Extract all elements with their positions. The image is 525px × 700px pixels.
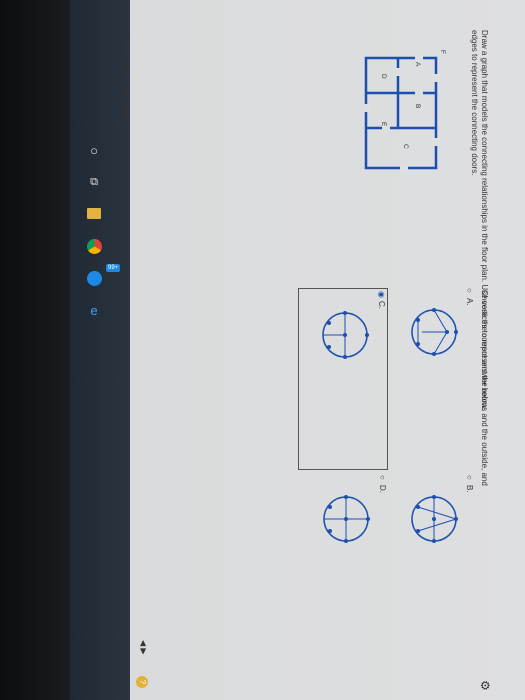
answer-heading: Choose the correct answer below. (480, 290, 489, 411)
option-d-graph (323, 495, 370, 543)
option-c-radio[interactable]: ◉ (376, 291, 386, 298)
floorplan-label-b: B (414, 104, 421, 109)
status-text: Click to select your answer. (121, 30, 130, 127)
option-b-graph (411, 495, 458, 543)
option-b-radio[interactable]: ○ (464, 475, 474, 480)
option-a-label: A. (465, 298, 474, 306)
gear-icon[interactable]: ⚙ (478, 680, 492, 691)
option-a[interactable]: ○ A. (394, 288, 474, 468)
option-d[interactable]: ○ D. (308, 475, 388, 655)
option-c-graph (322, 311, 369, 359)
page-nav-arrows[interactable]: ◀ ▶ (139, 640, 148, 655)
option-d-radio[interactable]: ○ (377, 475, 387, 480)
status-footer: Click to select your answer. (0, 0, 130, 700)
option-c[interactable]: ◉ C. (298, 288, 388, 470)
option-a-radio[interactable]: ○ (464, 288, 474, 293)
option-b[interactable]: ○ B. (394, 475, 474, 655)
floorplan-label-a: A (414, 62, 421, 67)
option-b-label: B. (465, 485, 474, 493)
floorplan-label-c: C (402, 144, 409, 149)
option-a-graph (411, 308, 458, 356)
floorplan-label-d: D (380, 74, 387, 79)
floorplan-label-f: F (439, 50, 446, 54)
browser-content: Draw a graph that models the connecting … (45, 0, 500, 700)
monitor-photo: ○ ⧉ 99+ e Draw a graph that models the c… (0, 0, 525, 700)
floor-plan (363, 54, 440, 172)
help-icon[interactable]: ? (136, 676, 148, 688)
option-d-label: D. (378, 485, 387, 493)
option-c-label: C. (377, 301, 386, 309)
floorplan-label-e: E (380, 122, 387, 127)
